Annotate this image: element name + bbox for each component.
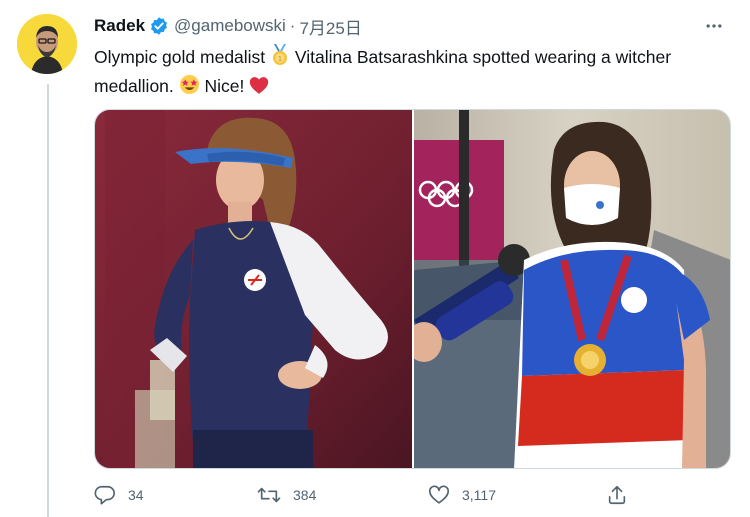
retweet-button[interactable]: 384 [257,484,316,506]
tweet-text-part3: Nice! [204,76,245,96]
photo-athlete-shooting[interactable] [95,110,412,468]
photo-athlete-interview-image [414,110,730,468]
share-button[interactable] [606,484,640,506]
thread-line [47,84,49,517]
share-icon [608,485,626,505]
photo-athlete-interview[interactable] [414,110,730,468]
reply-button[interactable]: 34 [94,484,144,506]
red-heart-emoji-icon [249,76,269,102]
display-name[interactable]: Radek [94,16,145,36]
avatar[interactable] [17,14,77,74]
photo-athlete-shooting-image [95,110,412,468]
gold-medal-emoji-icon: 1 [270,44,290,73]
tweet-actions: 34 384 3,117 [94,484,734,508]
avatar-portrait [17,14,77,74]
tweet-text: Olympic gold medalist 1 Vitalina Batsara… [94,44,734,102]
like-button[interactable]: 3,117 [428,484,496,506]
media-grid [94,109,731,469]
separator-dot: · [289,16,296,35]
tweet-date[interactable]: 7月25日 [299,14,361,39]
verified-badge-icon [149,16,169,36]
tweet-header: Radek @gamebowski · 7月25日 [94,14,362,38]
reply-count: 34 [128,487,144,503]
reply-icon [94,485,115,505]
svg-text:1: 1 [278,55,282,63]
star-struck-emoji-icon [179,74,200,102]
retweet-icon [257,487,281,503]
more-options-icon[interactable] [702,14,726,38]
tweet-text-part1: Olympic gold medalist [94,47,266,67]
retweet-count: 384 [293,487,317,503]
like-count: 3,117 [462,487,496,503]
user-handle[interactable]: @gamebowski [174,16,286,36]
like-heart-icon [429,485,449,504]
